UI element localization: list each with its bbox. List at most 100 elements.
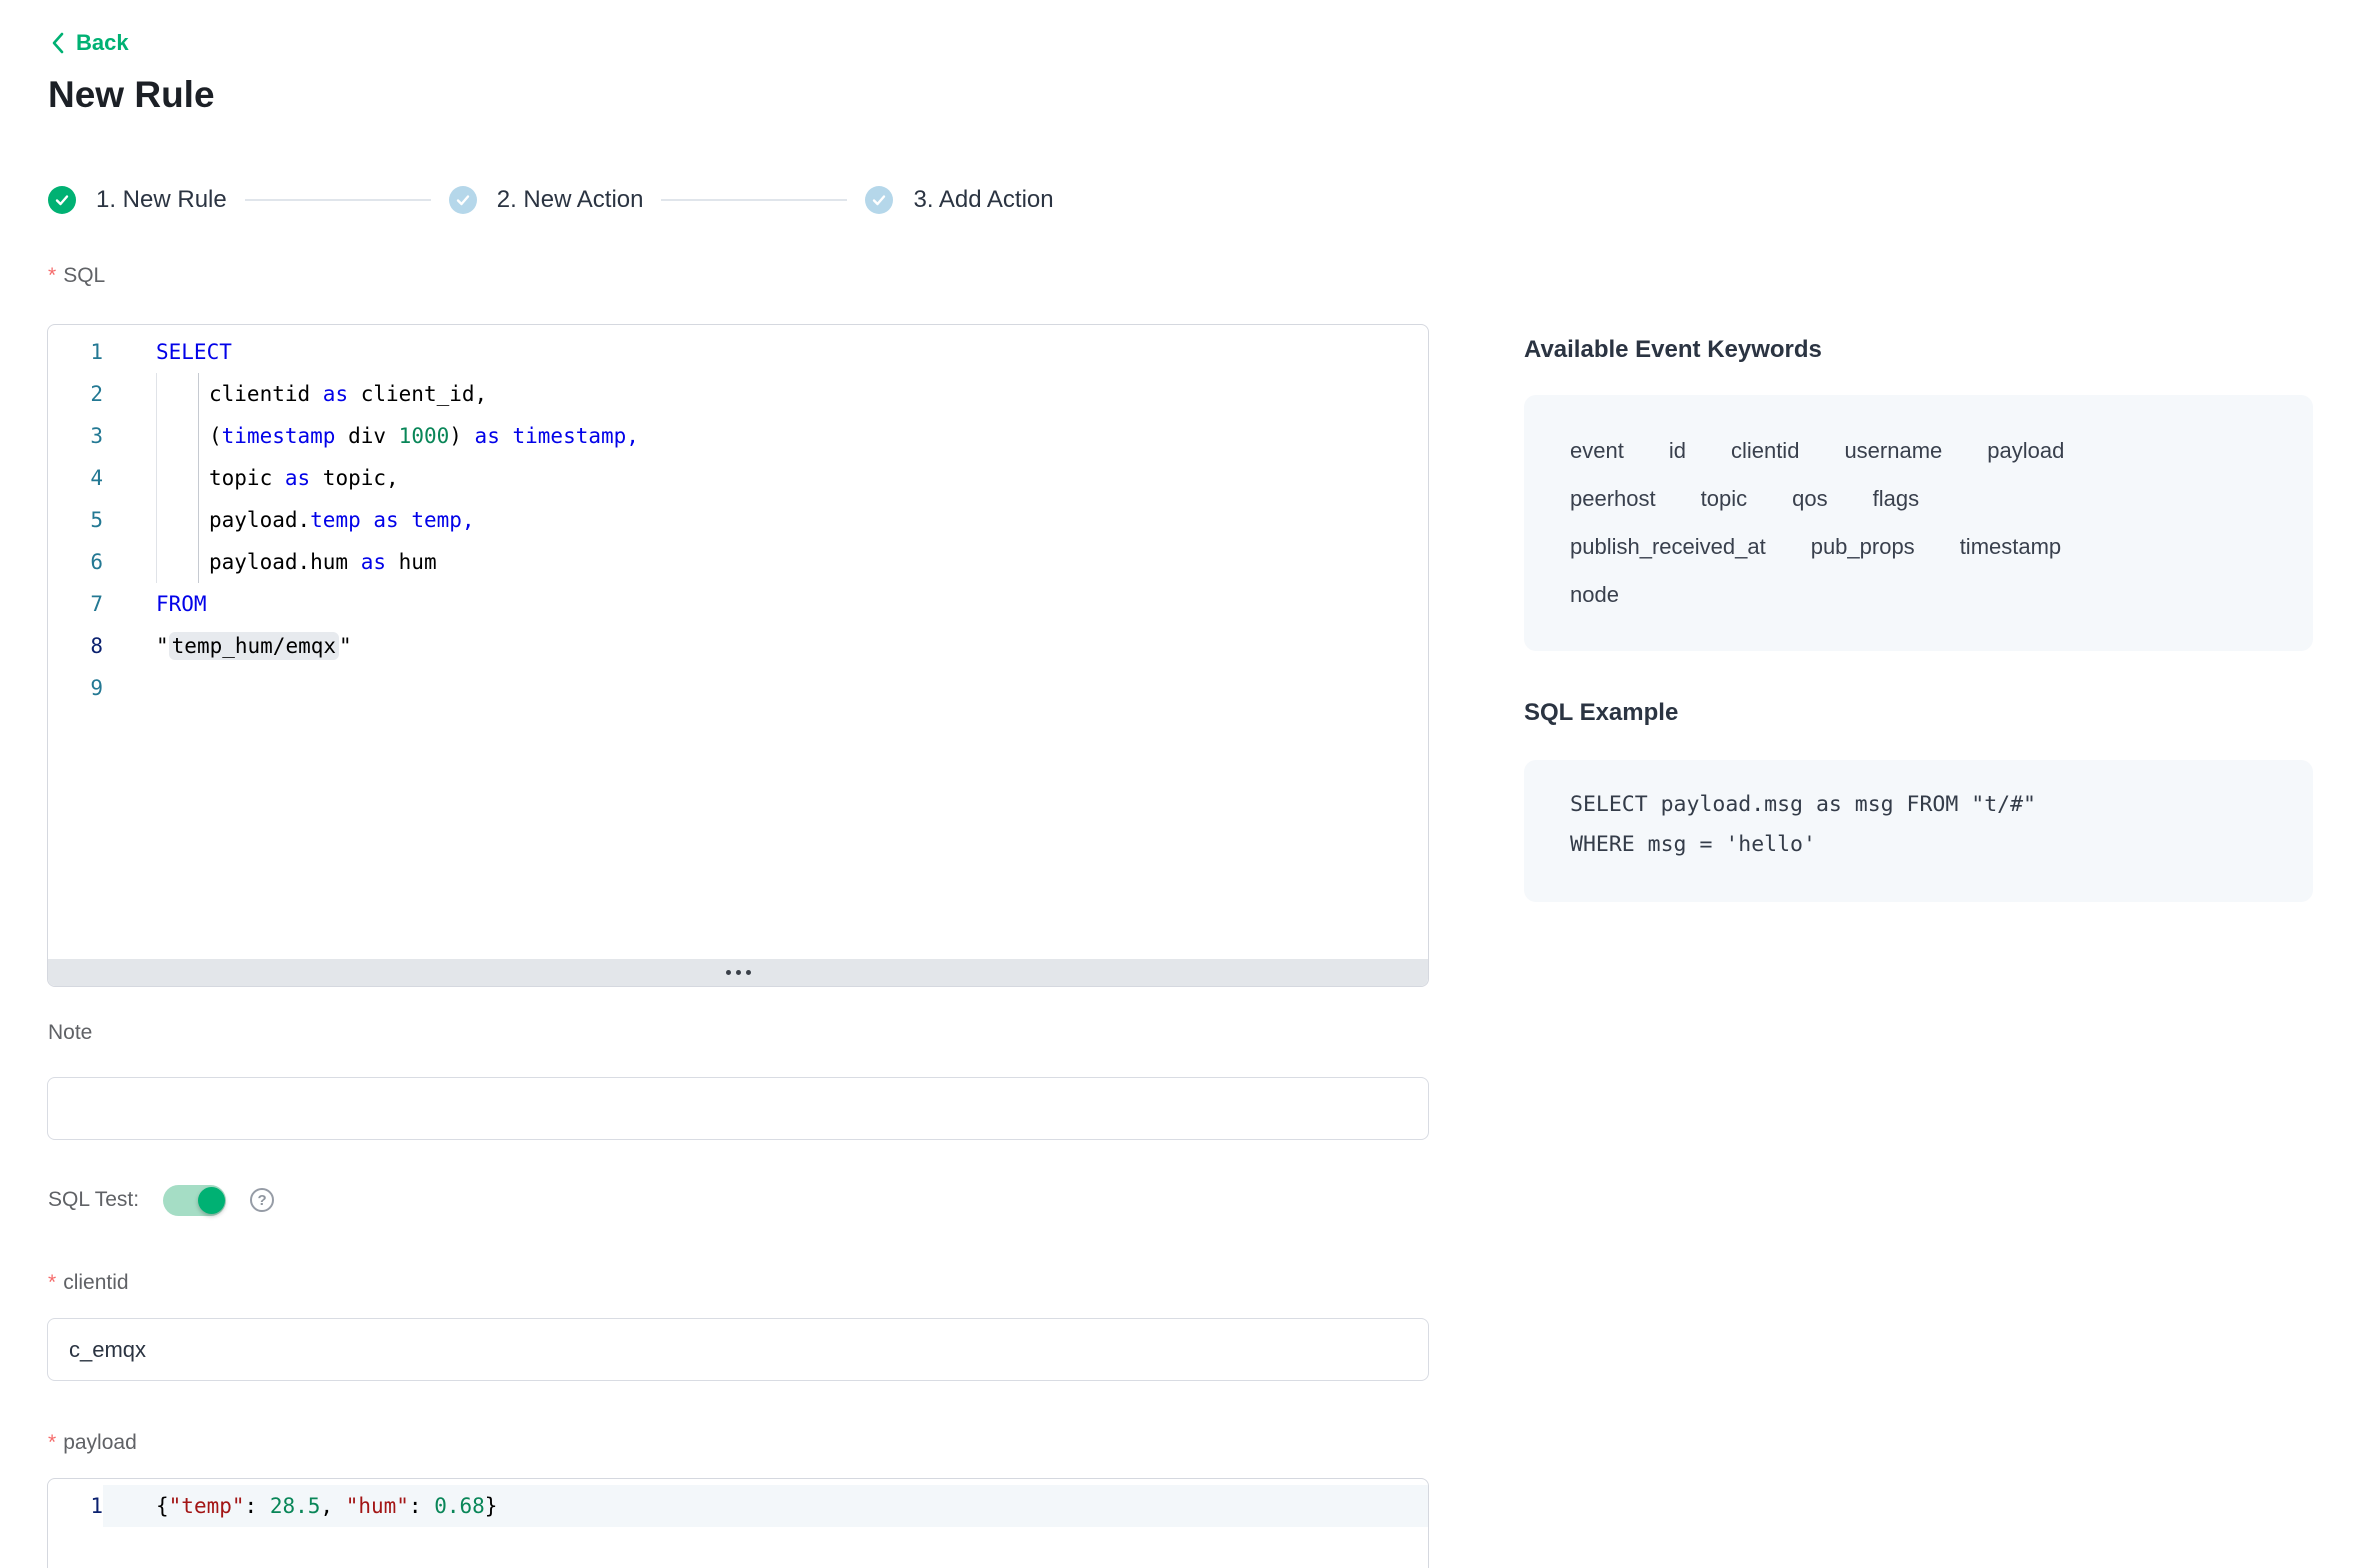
code-token: as <box>285 466 310 490</box>
code-token: 28.5 <box>257 1494 320 1518</box>
sql-example-line: WHERE msg = 'hello' <box>1570 825 2267 865</box>
chevron-left-icon <box>50 31 65 55</box>
step-label: 2. New Action <box>497 186 644 214</box>
line-number: 9 <box>48 667 103 709</box>
code-token: clientid <box>209 382 323 406</box>
code-line: 4 topic as topic, <box>48 457 1428 499</box>
back-label: Back <box>76 30 129 56</box>
line-number: 8 <box>48 625 103 667</box>
code-token: " <box>156 634 169 658</box>
keywords-panel: eventidclientidusernamepayloadpeerhostto… <box>1524 395 2313 651</box>
code-token: temp <box>310 508 361 532</box>
back-link[interactable]: Back <box>50 30 129 56</box>
step-new-action[interactable]: 2. New Action <box>449 186 644 214</box>
code-token <box>399 508 412 532</box>
event-keyword: clientid <box>1731 438 1799 464</box>
code-token <box>361 508 374 532</box>
sql-test-label: SQL Test: <box>48 1188 139 1212</box>
editor-resize-handle[interactable] <box>48 959 1428 986</box>
payload-code-area: 1{"temp": 28.5, "hum": 0.68} <box>48 1479 1428 1527</box>
code-token: ( <box>209 424 222 448</box>
indent-guide <box>156 415 209 457</box>
code-token: " <box>339 634 352 658</box>
code-token: client_id, <box>348 382 487 406</box>
new-rule-page: Back New Rule 1. New Rule 2. New Action … <box>0 0 2356 1568</box>
note-label-text: Note <box>48 1020 92 1045</box>
event-keyword: username <box>1844 438 1942 464</box>
event-keyword: qos <box>1792 486 1827 512</box>
event-keyword: publish_received_at <box>1570 534 1766 560</box>
sql-code-editor[interactable]: 1 SELECT 2 clientid as client_id, 3 (timestam… <box>47 324 1429 987</box>
note-input[interactable] <box>47 1077 1429 1140</box>
code-line-content: "temp_hum/emqx" <box>156 625 352 667</box>
event-keyword: id <box>1669 438 1686 464</box>
code-token: payload.hum <box>209 550 361 574</box>
event-keyword: node <box>1570 582 1619 608</box>
code-token: payload. <box>209 508 310 532</box>
code-line-content: {"temp": 28.5, "hum": 0.68} <box>103 1485 1428 1527</box>
sql-example-title: SQL Example <box>1524 699 1678 727</box>
clientid-label-text: clientid <box>63 1270 128 1295</box>
step-add-action[interactable]: 3. Add Action <box>865 186 1053 214</box>
code-token: topic <box>209 466 285 490</box>
page-title: New Rule <box>48 74 215 116</box>
code-line: 3(timestamp div 1000) as timestamp, <box>48 415 1428 457</box>
code-token: timestamp <box>222 424 336 448</box>
line-number: 6 <box>48 541 103 583</box>
event-keyword: payload <box>1987 438 2064 464</box>
event-keyword: peerhost <box>1570 486 1656 512</box>
sql-field-label: * SQL <box>48 263 105 288</box>
code-line: 2clientid as client_id, <box>48 373 1428 415</box>
code-line-content: payload.temp as temp, <box>156 499 475 541</box>
help-icon[interactable]: ? <box>250 1188 274 1212</box>
code-line: 9 <box>48 667 1428 709</box>
code-token: SELECT <box>156 340 232 364</box>
code-token: "temp" <box>169 1494 245 1518</box>
code-line: 6 payload.hum as hum <box>48 541 1428 583</box>
required-asterisk: * <box>48 1270 56 1295</box>
event-keyword: pub_props <box>1811 534 1915 560</box>
code-token: 0.68 <box>422 1494 485 1518</box>
ellipsis-icon <box>736 970 741 975</box>
code-token: as <box>373 508 398 532</box>
code-token: , <box>320 1494 333 1518</box>
sql-example-line: SELECT payload.msg as msg FROM "t/#" <box>1570 785 2267 825</box>
step-label: 1. New Rule <box>96 186 227 214</box>
code-token: div <box>335 424 398 448</box>
check-circle-icon <box>48 186 76 214</box>
code-token: : <box>409 1494 422 1518</box>
note-field-label: Note <box>48 1020 92 1045</box>
sql-test-toggle[interactable] <box>163 1185 226 1216</box>
line-number: 4 <box>48 457 103 499</box>
indent-guide <box>156 499 209 541</box>
code-line: 8 "temp_hum/emqx" <box>48 625 1428 667</box>
code-token: "hum" <box>333 1494 409 1518</box>
line-number: 2 <box>48 373 103 415</box>
event-keyword: event <box>1570 438 1624 464</box>
keyword-row: peerhosttopicqosflags <box>1570 475 2267 523</box>
keyword-row: publish_received_atpub_propstimestamp <box>1570 523 2267 571</box>
required-asterisk: * <box>48 1430 56 1455</box>
code-line-content: payload.hum as hum <box>156 541 437 583</box>
code-token: temp_hum/emqx <box>169 632 339 660</box>
line-number: 5 <box>48 499 103 541</box>
indent-guide <box>156 373 209 415</box>
code-token: topic, <box>310 466 399 490</box>
check-circle-icon <box>865 186 893 214</box>
code-line-content: topic as topic, <box>156 457 399 499</box>
line-number: 1 <box>48 331 103 373</box>
sql-label-text: SQL <box>63 263 105 288</box>
event-keyword: flags <box>1873 486 1919 512</box>
code-token: : <box>245 1494 258 1518</box>
code-token: as <box>361 550 386 574</box>
code-token: FROM <box>156 592 207 616</box>
code-token: hum <box>386 550 437 574</box>
payload-code-editor[interactable]: 1{"temp": 28.5, "hum": 0.68} <box>47 1478 1429 1568</box>
line-number: 1 <box>48 1485 103 1527</box>
code-token: 1000 <box>399 424 450 448</box>
clientid-input[interactable] <box>47 1318 1429 1381</box>
wizard-steps: 1. New Rule 2. New Action 3. Add Action <box>48 186 1054 214</box>
step-new-rule[interactable]: 1. New Rule <box>48 186 227 214</box>
sql-test-row: SQL Test: ? <box>48 1182 274 1218</box>
line-number: 3 <box>48 415 103 457</box>
